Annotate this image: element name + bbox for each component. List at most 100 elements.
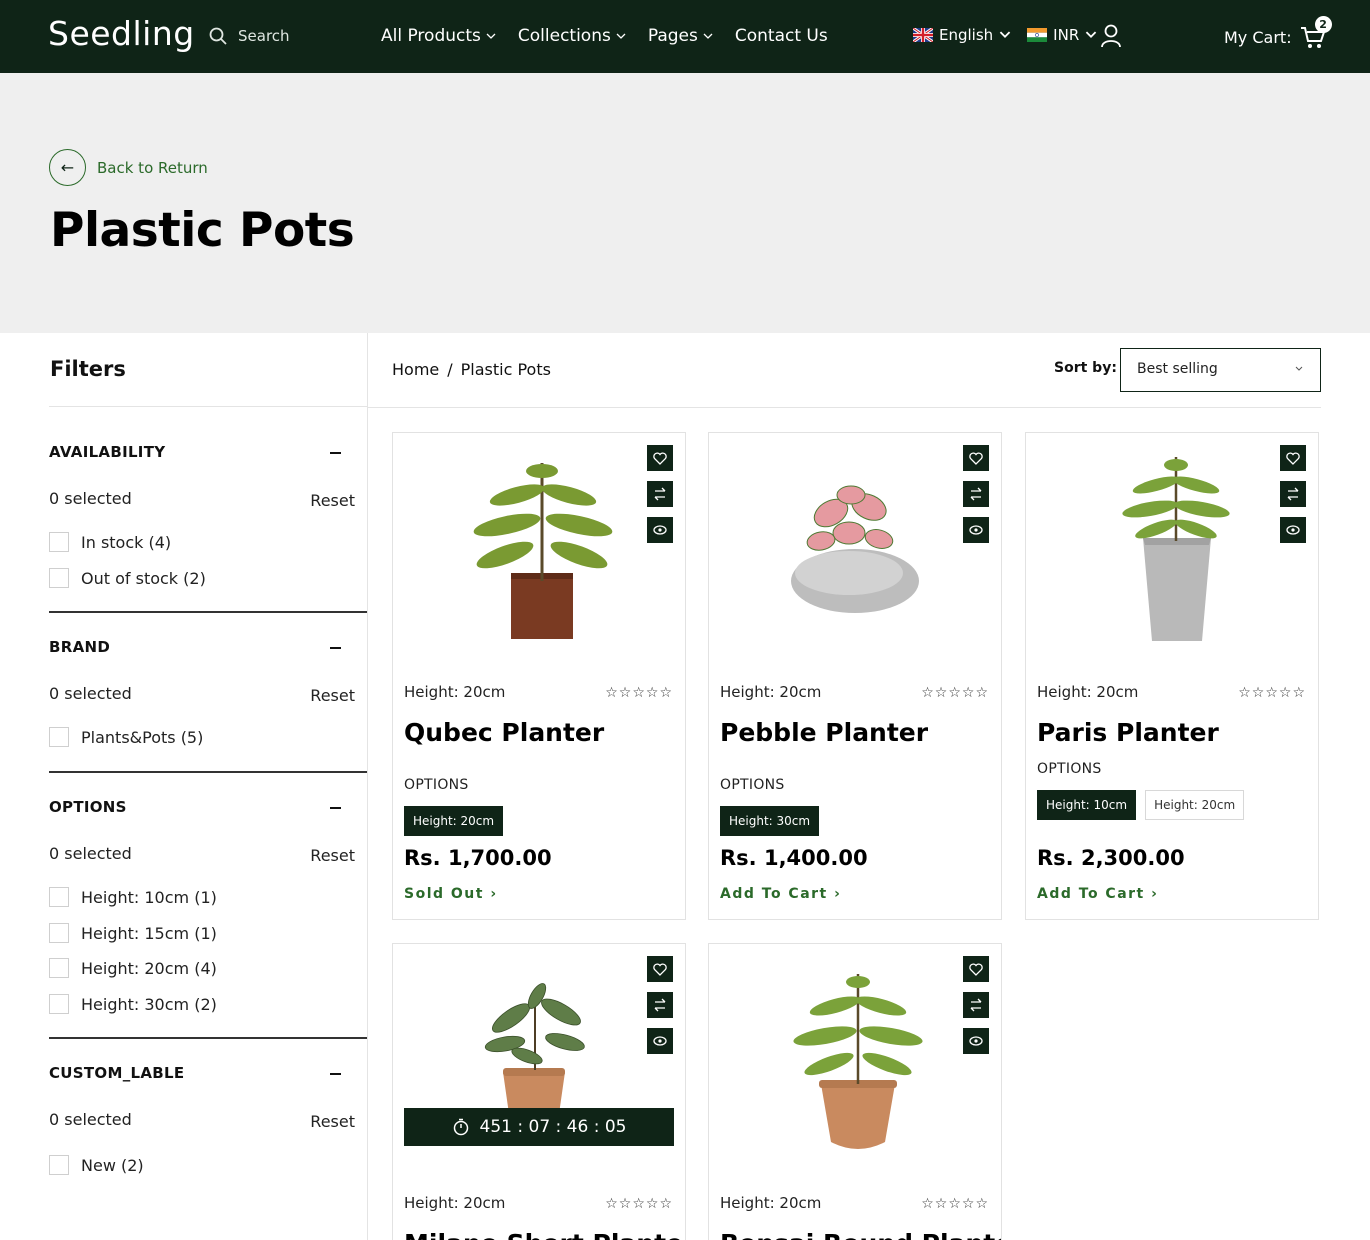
filter-option-label: Height: 30cm (2)	[81, 994, 217, 1014]
checkbox[interactable]	[49, 887, 69, 907]
quick-view-eye-icon[interactable]	[1280, 517, 1306, 543]
option-chip[interactable]: Height: 20cm	[404, 806, 504, 836]
user-account-icon[interactable]	[1100, 24, 1122, 48]
divider	[49, 611, 367, 613]
filter-option-in-stock[interactable]: In stock (4)	[49, 532, 171, 552]
product-image-pebble-planter[interactable]	[709, 433, 1002, 678]
product-height: Height: 20cm	[404, 1194, 506, 1212]
countdown-timer: 451 : 07 : 46 : 05	[404, 1108, 674, 1146]
filter-option-height-30[interactable]: Height: 30cm (2)	[49, 994, 217, 1014]
product-image-qubec-planter[interactable]	[393, 433, 686, 678]
option-chip[interactable]: Height: 30cm	[720, 806, 820, 836]
nav-all-products[interactable]: All Products	[381, 26, 496, 46]
checkbox[interactable]	[49, 568, 69, 588]
nav-collections[interactable]: Collections	[518, 26, 626, 46]
collapse-icon[interactable]	[330, 647, 341, 649]
product-name[interactable]: Qubec Planter	[404, 718, 604, 747]
quick-view-eye-icon[interactable]	[647, 517, 673, 543]
checkbox[interactable]	[49, 958, 69, 978]
compare-arrows-icon[interactable]	[963, 481, 989, 507]
chevron-down-icon[interactable]	[999, 31, 1011, 39]
checkbox[interactable]	[49, 994, 69, 1014]
filter-option-height-15[interactable]: Height: 15cm (1)	[49, 923, 217, 943]
wishlist-heart-icon[interactable]	[963, 956, 989, 982]
product-card[interactable]: 451 : 07 : 46 : 05 Height: 20cm ☆☆☆☆☆ Mi…	[392, 943, 686, 1240]
filter-group-title[interactable]: AVAILABILITY	[49, 443, 165, 461]
filter-group-title[interactable]: BRAND	[49, 638, 110, 656]
quick-view-eye-icon[interactable]	[963, 1028, 989, 1054]
filter-group-title[interactable]: OPTIONS	[49, 798, 127, 816]
product-image-bonsai-round-planter[interactable]	[709, 944, 1002, 1189]
product-height: Height: 20cm	[404, 683, 506, 701]
product-height: Height: 20cm	[1037, 683, 1139, 701]
filter-selected-count: 0 selected	[49, 489, 132, 508]
checkbox[interactable]	[49, 923, 69, 943]
filter-option-height-20[interactable]: Height: 20cm (4)	[49, 958, 217, 978]
quick-view-eye-icon[interactable]	[963, 517, 989, 543]
compare-arrows-icon[interactable]	[647, 992, 673, 1018]
filter-option-out-of-stock[interactable]: Out of stock (2)	[49, 568, 206, 588]
product-image-milano-short-planter[interactable]	[393, 944, 686, 1189]
add-to-cart-button[interactable]: Add To Cart ›	[720, 886, 841, 902]
checkbox[interactable]	[49, 532, 69, 552]
filter-reset-link[interactable]: Reset	[310, 686, 355, 705]
filters-sidebar: Filters AVAILABILITY 0 selected Reset In…	[0, 333, 368, 1240]
wishlist-heart-icon[interactable]	[1280, 445, 1306, 471]
product-name[interactable]: Bonsai Round Planter	[720, 1229, 1001, 1240]
filter-reset-link[interactable]: Reset	[310, 491, 355, 510]
wishlist-heart-icon[interactable]	[963, 445, 989, 471]
quick-view-eye-icon[interactable]	[647, 1028, 673, 1054]
filter-group-custom-label: CUSTOM_LABLE 0 selected Reset New (2)	[49, 1064, 367, 1214]
collapse-icon[interactable]	[330, 1073, 341, 1075]
search-trigger[interactable]: Search	[208, 26, 290, 46]
filter-group-title[interactable]: CUSTOM_LABLE	[49, 1064, 184, 1082]
product-card[interactable]: Height: 20cm ☆☆☆☆☆ Bonsai Round Planter	[708, 943, 1002, 1240]
language-selector[interactable]: English	[939, 26, 993, 44]
chevron-down-icon	[616, 33, 626, 39]
collapse-icon[interactable]	[330, 452, 341, 454]
back-link[interactable]: ← Back to Return	[49, 149, 208, 186]
filter-option-brand[interactable]: Plants&Pots (5)	[49, 727, 203, 747]
wishlist-heart-icon[interactable]	[647, 956, 673, 982]
nav-pages[interactable]: Pages	[648, 26, 713, 46]
cart-label: My Cart:	[1224, 27, 1292, 47]
filter-option-new[interactable]: New (2)	[49, 1155, 144, 1175]
compare-arrows-icon[interactable]	[963, 992, 989, 1018]
countdown-value: 451 : 07 : 46 : 05	[479, 1117, 627, 1137]
wishlist-heart-icon[interactable]	[647, 445, 673, 471]
sold-out-button[interactable]: Sold Out ›	[404, 886, 498, 902]
product-name[interactable]: Pebble Planter	[720, 718, 928, 747]
product-name[interactable]: Milano Short Planter	[404, 1229, 685, 1240]
product-height: Height: 20cm	[720, 683, 822, 701]
collapse-icon[interactable]	[330, 807, 341, 809]
filter-option-label: Plants&Pots (5)	[81, 727, 204, 747]
site-logo[interactable]: Seedling	[48, 14, 195, 53]
filter-reset-link[interactable]: Reset	[310, 1112, 355, 1131]
sort-value: Best selling	[1137, 361, 1218, 377]
product-card[interactable]: Height: 20cm ☆☆☆☆☆ Pebble Planter OPTION…	[708, 432, 1002, 920]
collection-hero: ← Back to Return Plastic Pots	[0, 73, 1370, 333]
product-image-paris-planter[interactable]	[1026, 433, 1319, 678]
sort-select[interactable]: Best selling	[1120, 348, 1321, 392]
main-nav: All Products Collections Pages Contact U…	[381, 26, 828, 46]
filter-option-height-10[interactable]: Height: 10cm (1)	[49, 887, 217, 907]
filter-group-availability: AVAILABILITY 0 selected Reset In stock (…	[49, 443, 367, 613]
card-actions	[963, 445, 989, 543]
breadcrumb-home[interactable]: Home	[392, 360, 439, 379]
product-card[interactable]: Height: 20cm ☆☆☆☆☆ Qubec Planter OPTIONS…	[392, 432, 686, 920]
card-actions	[647, 445, 673, 543]
chevron-down-icon[interactable]	[1085, 31, 1097, 39]
compare-arrows-icon[interactable]	[647, 481, 673, 507]
filter-reset-link[interactable]: Reset	[310, 846, 355, 865]
currency-selector[interactable]: INR	[1053, 26, 1079, 44]
cart-button[interactable]: My Cart: 2	[1224, 16, 1332, 50]
checkbox[interactable]	[49, 727, 69, 747]
product-name[interactable]: Paris Planter	[1037, 718, 1219, 747]
option-chip[interactable]: Height: 20cm	[1145, 790, 1245, 820]
option-chip[interactable]: Height: 10cm	[1037, 790, 1137, 820]
product-card[interactable]: Height: 20cm ☆☆☆☆☆ Paris Planter OPTIONS…	[1025, 432, 1319, 920]
add-to-cart-button[interactable]: Add To Cart ›	[1037, 886, 1158, 902]
checkbox[interactable]	[49, 1155, 69, 1175]
compare-arrows-icon[interactable]	[1280, 481, 1306, 507]
nav-contact-us[interactable]: Contact Us	[735, 26, 828, 46]
